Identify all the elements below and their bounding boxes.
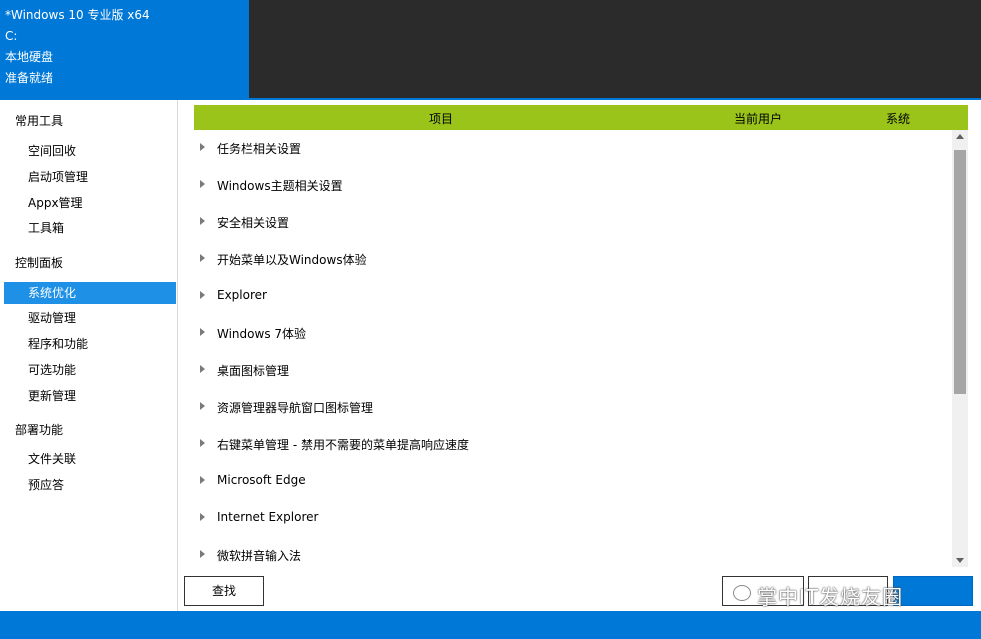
sidebar-item-startup-manager[interactable]: 启动项管理 bbox=[4, 166, 176, 188]
tree-row-label: 右键菜单管理 - 禁用不需要的菜单提高响应速度 bbox=[217, 438, 469, 452]
expand-arrow-icon[interactable] bbox=[200, 439, 205, 447]
expand-arrow-icon[interactable] bbox=[200, 476, 205, 484]
scroll-down-icon[interactable] bbox=[956, 558, 964, 563]
tree-row-label: 开始菜单以及Windows体验 bbox=[217, 253, 367, 267]
sidebar-item-toolbox[interactable]: 工具箱 bbox=[4, 217, 176, 239]
expand-arrow-icon[interactable] bbox=[200, 365, 205, 373]
tree-row-edge[interactable]: Microsoft Edge bbox=[194, 463, 952, 500]
top-dark-area bbox=[249, 0, 981, 98]
tree-row-windows-theme[interactable]: Windows主题相关设置 bbox=[194, 167, 952, 204]
tree-row-taskbar[interactable]: 任务栏相关设置 bbox=[194, 130, 952, 167]
tree-row-label: 资源管理器导航窗口图标管理 bbox=[217, 401, 374, 415]
tree-row-label: 安全相关设置 bbox=[217, 216, 290, 230]
tree-row-desktop-icons[interactable]: 桌面图标管理 bbox=[194, 352, 952, 389]
tree-row-label: 微软拼音输入法 bbox=[217, 549, 302, 563]
expand-arrow-icon[interactable] bbox=[200, 254, 205, 262]
settings-tree: 任务栏相关设置 Windows主题相关设置 安全相关设置 开始菜单以及Windo… bbox=[194, 130, 952, 567]
expand-arrow-icon[interactable] bbox=[200, 328, 205, 336]
find-button[interactable]: 查找 bbox=[184, 576, 264, 606]
sidebar-group-deploy[interactable]: 部署功能 bbox=[15, 421, 63, 438]
tree-row-windows7[interactable]: Windows 7体验 bbox=[194, 315, 952, 352]
tree-row-label: Explorer bbox=[217, 288, 267, 302]
table-header: 项目 当前用户 系统 bbox=[194, 105, 968, 130]
expand-arrow-icon[interactable] bbox=[200, 550, 205, 558]
drive-label: C: bbox=[5, 29, 18, 43]
expand-arrow-icon[interactable] bbox=[200, 217, 205, 225]
sidebar-item-programs-features[interactable]: 程序和功能 bbox=[4, 333, 176, 355]
expand-arrow-icon[interactable] bbox=[200, 180, 205, 188]
scroll-up-icon[interactable] bbox=[956, 134, 964, 139]
app-window: *Windows 10 专业版 x64 C: 本地硬盘 准备就绪 常用工具 空间… bbox=[0, 0, 981, 639]
watermark-text: 掌中IT发烧友圈 bbox=[757, 585, 904, 609]
tree-row-security[interactable]: 安全相关设置 bbox=[194, 204, 952, 241]
sidebar-item-appx-manager[interactable]: Appx管理 bbox=[4, 192, 176, 214]
expand-arrow-icon[interactable] bbox=[200, 402, 205, 410]
sidebar-item-unattend[interactable]: 预应答 bbox=[4, 474, 176, 496]
expand-arrow-icon[interactable] bbox=[200, 143, 205, 151]
tree-row-pinyin[interactable]: 微软拼音输入法 bbox=[194, 537, 952, 567]
sidebar-item-system-optimization[interactable]: 系统优化 bbox=[4, 282, 176, 304]
disk-type-label: 本地硬盘 bbox=[5, 50, 54, 64]
tree-row-ie[interactable]: Internet Explorer bbox=[194, 500, 952, 537]
sidebar-item-update-manager[interactable]: 更新管理 bbox=[4, 385, 176, 407]
tree-row-label: 桌面图标管理 bbox=[217, 364, 290, 378]
tree-row-context-menu[interactable]: 右键菜单管理 - 禁用不需要的菜单提高响应速度 bbox=[194, 426, 952, 463]
primary-action-button[interactable] bbox=[893, 576, 973, 606]
tree-row-explorer[interactable]: Explorer bbox=[194, 278, 952, 315]
expand-arrow-icon[interactable] bbox=[200, 513, 205, 521]
drive-info-panel: *Windows 10 专业版 x64 C: 本地硬盘 准备就绪 bbox=[0, 0, 249, 98]
tree-row-start-menu[interactable]: 开始菜单以及Windows体验 bbox=[194, 241, 952, 278]
sidebar-group-common-tools[interactable]: 常用工具 bbox=[15, 112, 63, 129]
os-label: *Windows 10 专业版 x64 bbox=[5, 8, 150, 22]
tree-row-label: Windows主题相关设置 bbox=[217, 179, 343, 193]
status-bar bbox=[0, 611, 981, 639]
tree-row-label: Internet Explorer bbox=[217, 510, 319, 524]
sidebar: 常用工具 空间回收 启动项管理 Appx管理 工具箱 控制面板 系统优化 驱动管… bbox=[0, 100, 178, 611]
sidebar-item-driver-manager[interactable]: 驱动管理 bbox=[4, 307, 176, 329]
status-label: 准备就绪 bbox=[5, 71, 54, 85]
wechat-icon bbox=[733, 585, 751, 601]
sidebar-item-space-recovery[interactable]: 空间回收 bbox=[4, 140, 176, 162]
sidebar-group-control-panel[interactable]: 控制面板 bbox=[15, 254, 63, 271]
column-header-item[interactable]: 项目 bbox=[429, 110, 453, 127]
sidebar-item-optional-features[interactable]: 可选功能 bbox=[4, 359, 176, 381]
tree-row-nav-pane-icons[interactable]: 资源管理器导航窗口图标管理 bbox=[194, 389, 952, 426]
scroll-thumb[interactable] bbox=[954, 150, 966, 394]
expand-arrow-icon[interactable] bbox=[200, 291, 205, 299]
vertical-scrollbar[interactable] bbox=[952, 130, 968, 567]
column-header-current-user[interactable]: 当前用户 bbox=[734, 110, 782, 127]
tree-row-label: 任务栏相关设置 bbox=[217, 142, 302, 156]
column-header-system[interactable]: 系统 bbox=[886, 110, 910, 127]
tree-row-label: Microsoft Edge bbox=[217, 473, 306, 487]
tree-row-label: Windows 7体验 bbox=[217, 327, 307, 341]
sidebar-item-file-association[interactable]: 文件关联 bbox=[4, 448, 176, 470]
